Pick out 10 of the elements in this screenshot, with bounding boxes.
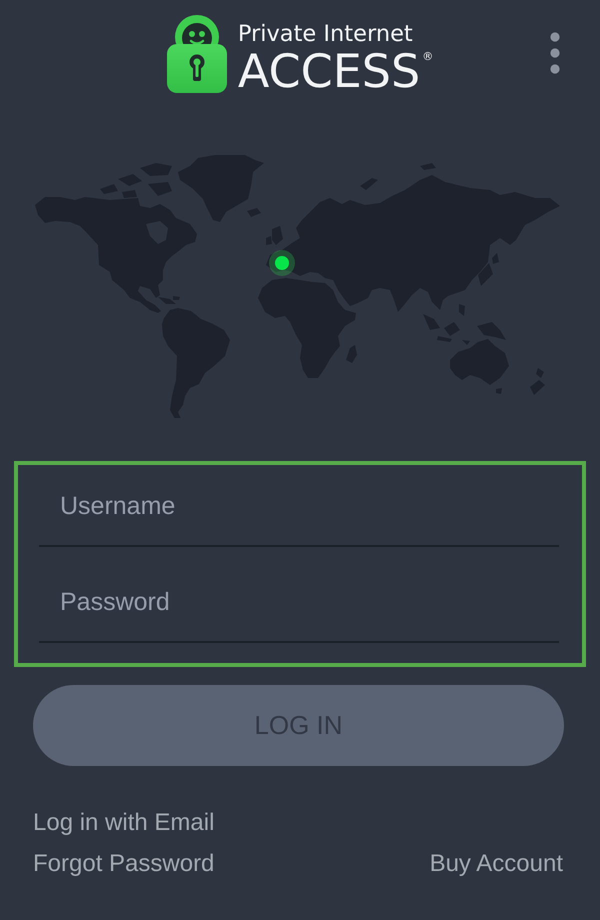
text-link[interactable]: Log in with Email: [33, 805, 214, 841]
more-vertical-icon: [550, 32, 560, 74]
location-dot-icon: [269, 250, 295, 276]
text-link[interactable]: Forgot Password: [33, 846, 214, 882]
password-field[interactable]: Password: [39, 563, 559, 643]
logo-wordmark-line: ACCESS$^{®}$: [238, 47, 434, 95]
text-link[interactable]: Buy Account: [430, 846, 563, 882]
username-field[interactable]: Username: [39, 467, 559, 547]
padlock-logo-icon: [166, 15, 227, 93]
logo-wordmark-line: Private Internet: [238, 21, 413, 47]
